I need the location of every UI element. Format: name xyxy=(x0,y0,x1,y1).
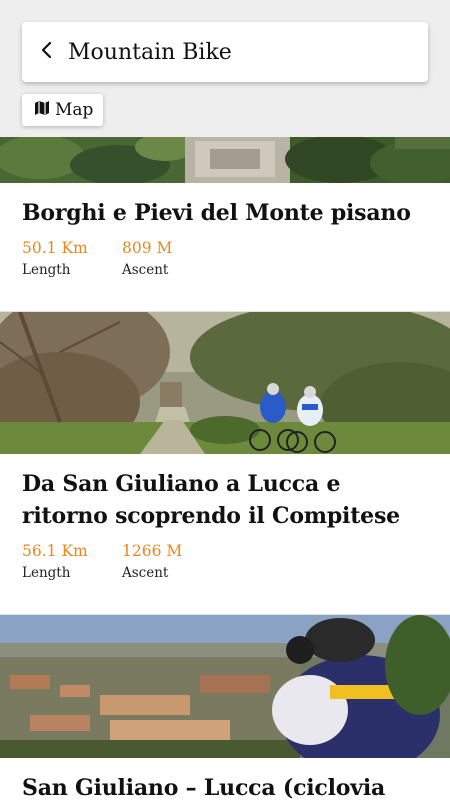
length-stat: 50.1 Km Length xyxy=(22,237,122,280)
length-value: 56.1 Km xyxy=(22,542,88,560)
length-value: 50.1 Km xyxy=(22,239,88,257)
route-card[interactable]: Da San Giuliano a Lucca e ritorno scopre… xyxy=(0,312,450,614)
back-button[interactable] xyxy=(22,22,72,82)
map-button[interactable]: Map xyxy=(22,94,104,126)
app-screen: Borghi e Pievi del Monte pisano 50.1 Km … xyxy=(0,0,450,800)
route-card[interactable]: Borghi e Pievi del Monte pisano 50.1 Km … xyxy=(0,137,450,311)
route-photo xyxy=(0,137,450,183)
route-title: Da San Giuliano a Lucca e ritorno scopre… xyxy=(22,471,400,529)
ascent-value: 1266 M xyxy=(122,542,183,560)
ascent-value: 809 M xyxy=(122,239,173,257)
ascent-label: Ascent xyxy=(122,262,169,278)
search-header-bar: Mountain Bike xyxy=(22,22,428,82)
route-photo xyxy=(0,615,450,758)
length-label: Length xyxy=(22,565,71,581)
route-photo xyxy=(0,312,450,454)
page-title: Mountain Bike xyxy=(68,39,232,65)
chevron-left-icon xyxy=(40,41,54,63)
length-label: Length xyxy=(22,262,71,278)
length-stat: 56.1 Km Length xyxy=(22,540,122,583)
ascent-stat: 809 M Ascent xyxy=(122,237,222,280)
ascent-stat: 1266 M Ascent xyxy=(122,540,222,583)
route-stats: 56.1 Km Length 1266 M Ascent xyxy=(22,540,428,583)
route-list[interactable]: Borghi e Pievi del Monte pisano 50.1 Km … xyxy=(0,137,450,800)
route-title: Borghi e Pievi del Monte pisano xyxy=(22,200,411,226)
map-button-label: Map xyxy=(55,100,94,120)
route-stats: 50.1 Km Length 809 M Ascent xyxy=(22,237,428,280)
route-card[interactable]: San Giuliano – Lucca (ciclovia xyxy=(0,615,450,800)
map-icon xyxy=(34,100,50,120)
route-title: San Giuliano – Lucca (ciclovia xyxy=(22,775,386,800)
ascent-label: Ascent xyxy=(122,565,169,581)
